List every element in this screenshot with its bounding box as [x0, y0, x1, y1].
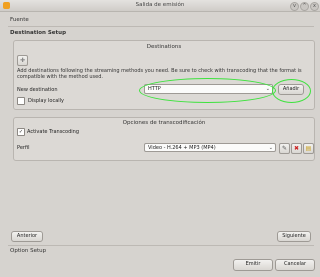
add-destination-icon[interactable]: ✚ — [17, 55, 28, 66]
profile-label: Perfil — [17, 145, 30, 151]
window-titlebar: Salida de emisión v ^ x — [0, 0, 320, 12]
back-button[interactable]: Anterior — [11, 231, 43, 242]
activate-transcoding-label: Activate Transcoding — [27, 129, 80, 135]
breadcrumb-option-setup[interactable]: Option Setup — [10, 248, 46, 254]
profile-select[interactable]: Video - H.264 + MP3 (MP4) ⌄ — [144, 143, 276, 152]
close-button[interactable]: x — [310, 2, 319, 11]
cancel-button-label: Cancelar — [283, 261, 307, 267]
stream-button-label: Emitir — [245, 261, 261, 267]
highlight-circle-add — [272, 79, 311, 103]
activate-transcoding-checkbox[interactable]: ✓ — [17, 128, 25, 136]
highlight-circle-destination — [139, 78, 276, 103]
section-title-destination-setup: Destination Setup — [10, 30, 67, 36]
breadcrumb-source[interactable]: Fuente — [10, 17, 29, 23]
window-title: Salida de emisión — [135, 2, 185, 8]
profile-value: Video - H.264 + MP3 (MP4) — [148, 145, 216, 151]
maximize-button[interactable]: ^ — [300, 2, 309, 11]
edit-profile-icon[interactable]: ✎ — [279, 143, 290, 154]
transcoding-group: Opciones de transcodificación ✓ Activate… — [13, 117, 315, 161]
delete-profile-icon[interactable]: ✖ — [291, 143, 302, 154]
new-destination-label: New destination — [17, 87, 58, 93]
chevron-down-icon: ⌄ — [268, 145, 273, 151]
destinations-info-text: Add destinations following the streaming… — [17, 68, 302, 80]
destinations-group-title: Destinations — [146, 44, 182, 50]
divider — [8, 26, 314, 27]
divider — [8, 245, 314, 246]
next-button[interactable]: Siguiente — [277, 231, 311, 242]
transcoding-group-title: Opciones de transcodificación — [122, 120, 206, 126]
display-locally-checkbox[interactable] — [17, 97, 25, 105]
display-locally-label: Display locally — [28, 98, 65, 104]
stream-button[interactable]: Emitir — [233, 259, 273, 271]
cancel-button[interactable]: Cancelar — [275, 259, 315, 271]
minimize-button[interactable]: v — [290, 2, 299, 11]
new-profile-icon[interactable]: ▤ — [303, 143, 314, 154]
